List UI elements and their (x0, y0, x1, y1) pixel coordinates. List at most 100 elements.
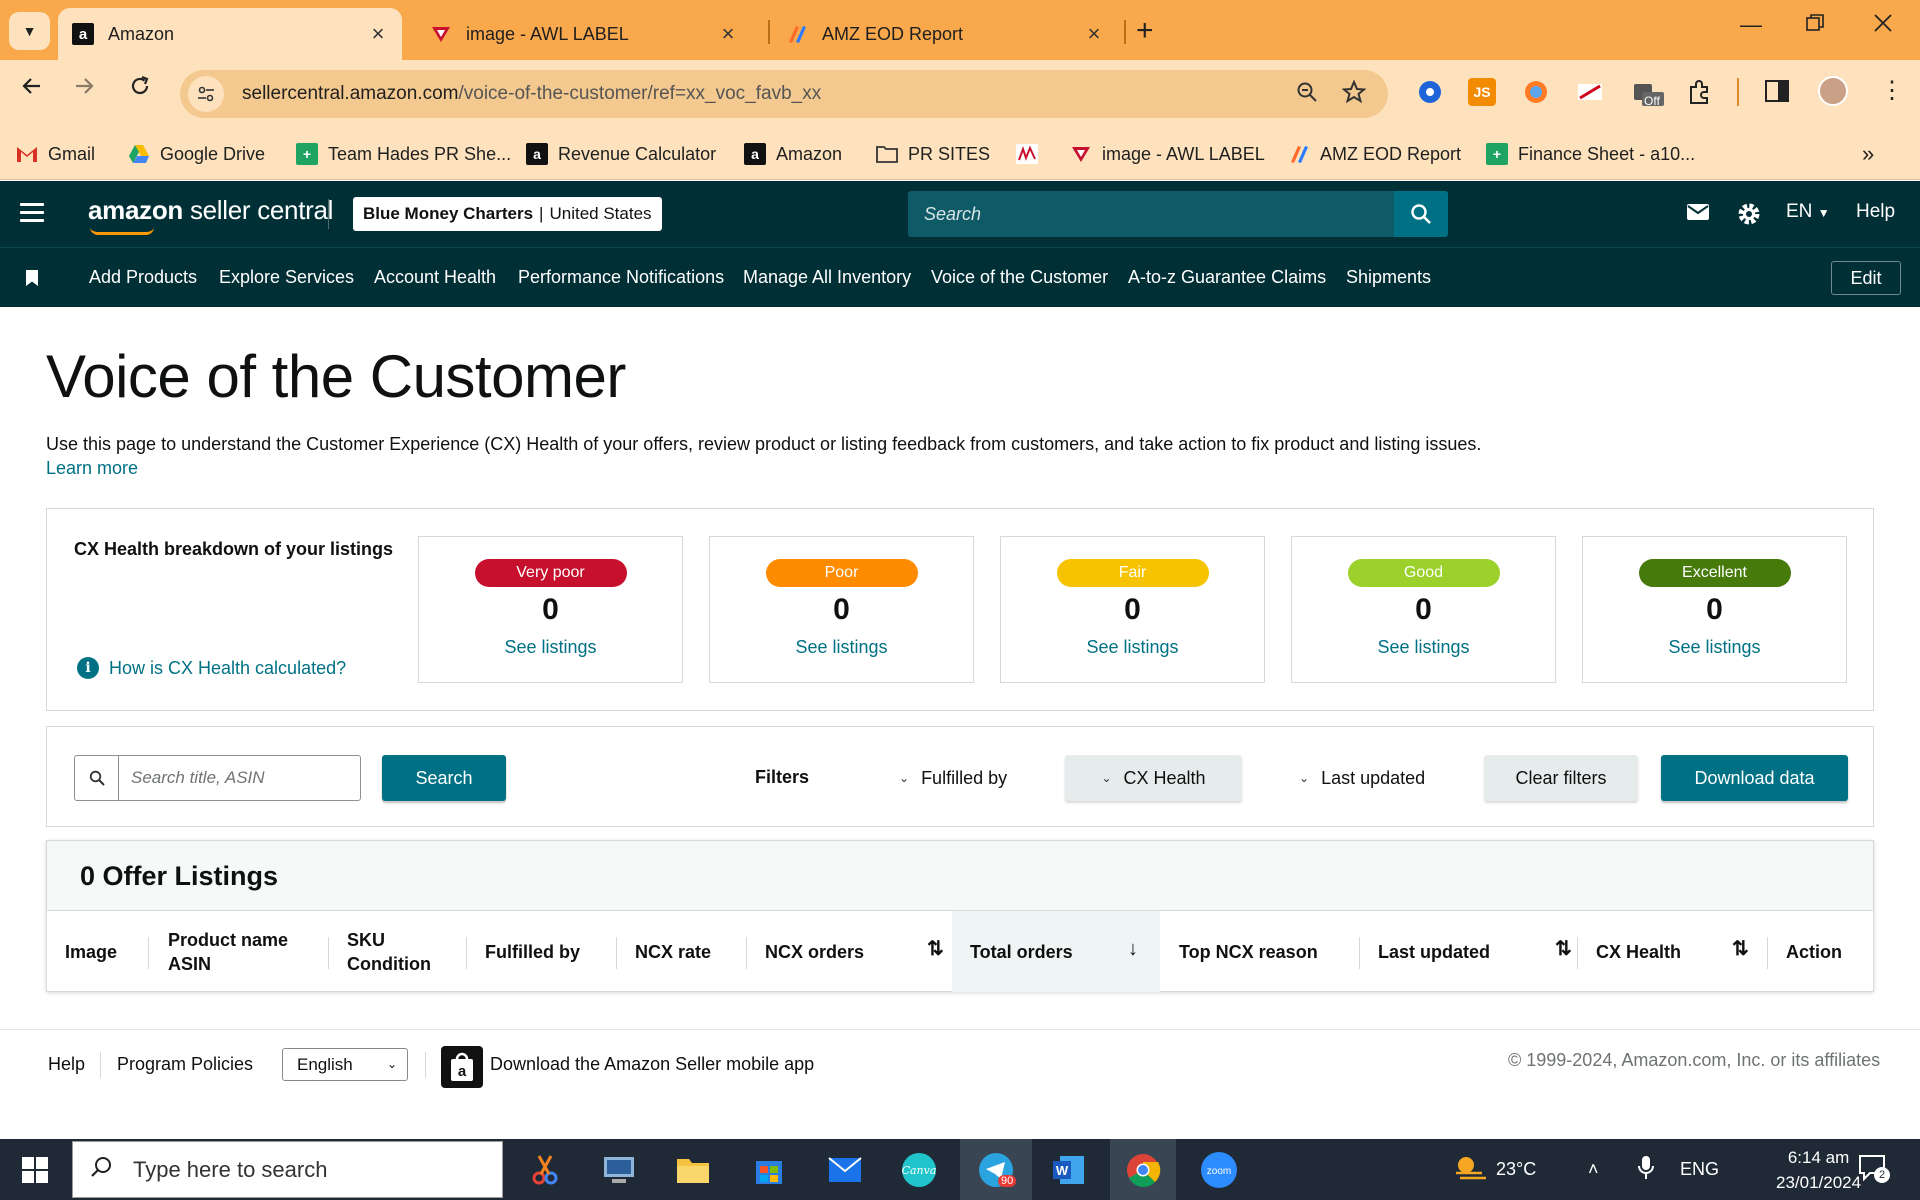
side-panel-icon[interactable] (1764, 78, 1792, 106)
sort-icon[interactable]: ⇅ (1732, 937, 1749, 961)
bookmark-awl-label[interactable]: image - AWL LABEL (1070, 138, 1265, 170)
notifications-icon[interactable]: 2 (1858, 1153, 1890, 1188)
col-total-orders[interactable]: Total orders ↓ (952, 911, 1160, 992)
word-icon[interactable]: W (1046, 1147, 1092, 1193)
tab-amazon[interactable]: a Amazon × (58, 8, 402, 60)
close-icon[interactable]: × (368, 21, 388, 47)
col-last-updated[interactable]: Last updated ⇅ (1378, 911, 1578, 992)
learn-more-link[interactable]: Learn more (46, 458, 138, 479)
nav-account-health[interactable]: Account Health (374, 267, 496, 288)
col-product-name[interactable]: Product name ASIN (168, 911, 288, 992)
nav-manage-all-inventory[interactable]: Manage All Inventory (743, 267, 911, 288)
nav-shipments[interactable]: Shipments (1346, 267, 1431, 288)
bookmark-team-hades[interactable]: + Team Hades PR She... (296, 138, 511, 170)
zoom-app-icon[interactable]: zoom (1196, 1147, 1242, 1193)
orange-extension-icon[interactable] (1522, 78, 1550, 106)
sort-descending-icon[interactable]: ↓ (1128, 937, 1138, 961)
footer-program-policies-link[interactable]: Program Policies (117, 1054, 253, 1075)
nav-explore-services[interactable]: Explore Services (219, 267, 354, 288)
see-listings-link[interactable]: See listings (419, 637, 682, 658)
see-listings-link[interactable]: See listings (1583, 637, 1846, 658)
bookmark-pr-sites[interactable]: PR SITES (876, 138, 990, 170)
weather-icon[interactable] (1452, 1153, 1488, 1190)
hamburger-menu-icon[interactable] (20, 203, 44, 227)
minimize-icon[interactable]: — (1740, 12, 1762, 38)
clear-filters-button[interactable]: Clear filters (1484, 755, 1638, 801)
site-settings-icon[interactable] (188, 76, 224, 112)
bookmark-gmail[interactable]: Gmail (16, 138, 95, 170)
col-ncx-orders[interactable]: NCX orders ⇅ (765, 911, 952, 992)
bookmark-amazon[interactable]: a Amazon (744, 138, 842, 170)
weather-temperature[interactable]: 23°C (1496, 1159, 1536, 1180)
network-app-icon[interactable] (596, 1147, 642, 1193)
see-listings-link[interactable]: See listings (1292, 637, 1555, 658)
tab-amz-eod-report[interactable]: AMZ EOD Report × (772, 8, 1118, 60)
nav-a-to-z-claims[interactable]: A-to-z Guarantee Claims (1128, 267, 1326, 288)
cx-health-dropdown[interactable]: ⌄ CX Health (1065, 755, 1242, 801)
search-button[interactable]: Search (382, 755, 506, 801)
microsoft-store-icon[interactable] (746, 1147, 792, 1193)
new-tab-plus-icon[interactable]: + (1136, 14, 1154, 48)
see-listings-link[interactable]: See listings (1001, 637, 1264, 658)
close-icon[interactable]: × (1084, 21, 1104, 47)
nav-add-products[interactable]: Add Products (89, 267, 197, 288)
js-extension-icon[interactable]: JS (1468, 78, 1496, 106)
tab-awl-label[interactable]: image - AWL LABEL × (416, 8, 752, 60)
kebab-menu-icon[interactable]: ⋮ (1880, 78, 1908, 106)
col-cx-health[interactable]: CX Health ⇅ (1596, 911, 1766, 992)
footer-language-select[interactable]: English ⌄ (282, 1048, 408, 1081)
telegram-icon[interactable]: 90 (960, 1139, 1032, 1200)
sort-icon[interactable]: ⇅ (1555, 937, 1572, 961)
off-extension-icon[interactable]: Off (1632, 78, 1664, 108)
forward-arrow-icon[interactable] (72, 74, 96, 105)
col-sku[interactable]: SKU Condition (347, 911, 431, 992)
taskbar-search-box[interactable]: Type here to search (72, 1141, 503, 1198)
snipping-tool-icon[interactable] (522, 1147, 568, 1193)
extension-blue-icon[interactable] (1416, 78, 1444, 106)
fulfilled-by-dropdown[interactable]: ⌄ Fulfilled by (899, 755, 1007, 801)
seller-central-logo[interactable]: amazon seller central (88, 195, 333, 226)
reload-icon[interactable] (128, 74, 152, 105)
bookmark-revenue-calculator[interactable]: a Revenue Calculator (526, 138, 716, 170)
address-bar[interactable]: sellercentral.amazon.com/voice-of-the-cu… (180, 70, 1388, 118)
canva-icon[interactable]: Canva (896, 1147, 942, 1193)
bookmark-star-icon[interactable] (1341, 78, 1367, 109)
zoom-icon[interactable] (1296, 81, 1318, 108)
help-link[interactable]: Help (1856, 201, 1895, 223)
listing-search-input[interactable]: Search title, ASIN (74, 755, 361, 801)
chevron-up-icon[interactable]: ˄ (1588, 1159, 1599, 1180)
last-updated-dropdown[interactable]: ⌄ Last updated (1299, 755, 1425, 801)
file-explorer-icon[interactable] (670, 1147, 716, 1193)
nav-performance-notifications[interactable]: Performance Notifications (518, 267, 724, 288)
close-window-icon[interactable] (1874, 12, 1892, 38)
amazon-app-icon[interactable]: a (441, 1046, 483, 1088)
seller-search-box[interactable]: Search (908, 191, 1448, 237)
gear-icon[interactable] (1736, 201, 1762, 232)
sort-icon[interactable]: ⇅ (927, 937, 944, 961)
profile-avatar[interactable] (1818, 76, 1848, 106)
footer-help-link[interactable]: Help (48, 1054, 85, 1075)
input-language[interactable]: ENG (1680, 1159, 1719, 1180)
download-app-link[interactable]: Download the Amazon Seller mobile app (490, 1054, 814, 1075)
login-extension-icon[interactable] (1576, 78, 1604, 106)
microphone-icon[interactable] (1638, 1155, 1654, 1186)
cx-health-help-link[interactable]: i How is CX Health calculated? (77, 657, 346, 679)
account-switcher[interactable]: Blue Money Charters | United States (353, 197, 662, 231)
bookmark-chart-site[interactable] (1016, 138, 1048, 170)
nav-voice-of-the-customer[interactable]: Voice of the Customer (931, 267, 1108, 288)
bookmark-google-drive[interactable]: Google Drive (128, 138, 265, 170)
tab-search-button[interactable]: ▼ (9, 12, 50, 50)
back-arrow-icon[interactable] (20, 74, 44, 105)
language-selector[interactable]: EN ▼ (1786, 201, 1830, 223)
bookmark-icon[interactable] (26, 270, 38, 286)
taskbar-clock[interactable]: 6:14 am 23/01/2024 (1776, 1145, 1861, 1195)
mail-app-icon[interactable] (822, 1147, 868, 1193)
bookmark-amz-eod-report[interactable]: AMZ EOD Report (1288, 138, 1461, 170)
chrome-icon[interactable] (1110, 1139, 1176, 1200)
download-data-button[interactable]: Download data (1661, 755, 1848, 801)
seller-search-button[interactable] (1394, 191, 1448, 237)
windows-start-icon[interactable] (22, 1157, 48, 1183)
mail-icon[interactable] (1686, 201, 1710, 228)
bookmark-finance-sheet[interactable]: + Finance Sheet - a10... (1486, 138, 1695, 170)
bookmarks-overflow-chevron-icon[interactable]: » (1862, 138, 1874, 170)
